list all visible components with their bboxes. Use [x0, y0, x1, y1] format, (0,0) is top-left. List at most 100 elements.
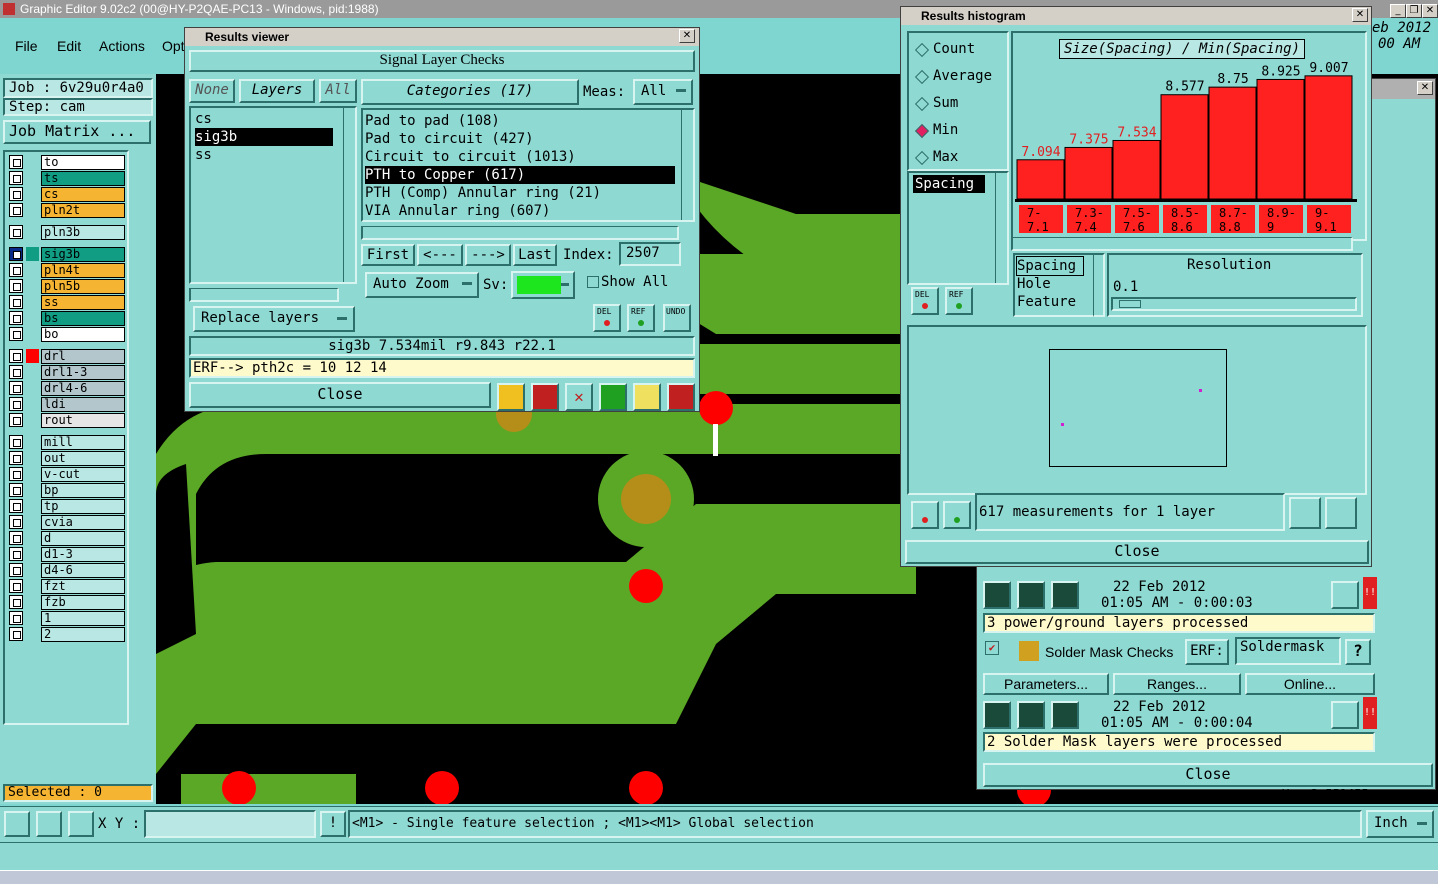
- zoom-icon[interactable]: [1331, 701, 1359, 729]
- sv-color-dropdown[interactable]: [511, 271, 575, 299]
- layer-checkbox[interactable]: [9, 435, 23, 449]
- layer-row[interactable]: ts: [9, 171, 125, 186]
- layer-row[interactable]: mill: [9, 435, 125, 450]
- unit-dropdown[interactable]: Inch: [1366, 810, 1434, 838]
- category-list-item[interactable]: PTH (Comp) Annular ring (21): [365, 184, 675, 202]
- layer-row[interactable]: pln4t: [9, 263, 125, 278]
- layer-row[interactable]: v-cut: [9, 467, 125, 482]
- layer-row[interactable]: ldi: [9, 397, 125, 412]
- mode-radio-sum[interactable]: Sum: [909, 95, 1005, 115]
- layer-checkbox[interactable]: [9, 627, 23, 641]
- layer-list-item[interactable]: ss: [195, 146, 333, 164]
- layer-checkbox[interactable]: [9, 499, 23, 513]
- layer-checkbox[interactable]: [9, 563, 23, 577]
- layer-checkbox[interactable]: [9, 327, 23, 341]
- layer-checkbox[interactable]: [9, 397, 23, 411]
- ref-icon[interactable]: REF: [627, 304, 655, 332]
- radio-icon[interactable]: [914, 123, 930, 139]
- viewer-close-icon[interactable]: ✕: [679, 29, 695, 43]
- layer-row[interactable]: ss: [9, 295, 125, 310]
- resolution-slider[interactable]: [1111, 297, 1357, 311]
- menu-edit[interactable]: Edit: [57, 38, 81, 54]
- layer-row[interactable]: cs: [9, 187, 125, 202]
- layer-checkbox[interactable]: [9, 295, 23, 309]
- stop-icon[interactable]: [1051, 701, 1079, 729]
- close-icon[interactable]: ✕: [1422, 4, 1438, 18]
- layer-row[interactable]: pln5b: [9, 279, 125, 294]
- layers-button[interactable]: Layers: [239, 79, 315, 103]
- layer-checkbox[interactable]: [9, 413, 23, 427]
- first-button[interactable]: First: [361, 244, 415, 266]
- menu-file[interactable]: File: [15, 38, 38, 54]
- layer-checkbox[interactable]: [9, 531, 23, 545]
- layer-checkbox[interactable]: [9, 247, 23, 261]
- group-list-item[interactable]: Spacing: [1016, 256, 1084, 276]
- del-icon[interactable]: DEL: [593, 304, 621, 332]
- layer-row[interactable]: to: [9, 155, 125, 170]
- restore-icon[interactable]: ❐: [1406, 4, 1422, 18]
- select-mode-icon[interactable]: [4, 811, 30, 837]
- mode-radio-max[interactable]: Max: [909, 149, 1005, 169]
- job-matrix-button[interactable]: Job Matrix ...: [3, 120, 151, 144]
- menu-actions[interactable]: Actions: [99, 38, 145, 54]
- layer-hscroll[interactable]: [189, 288, 339, 302]
- parameters-button[interactable]: Parameters...: [983, 673, 1109, 695]
- ref-cancel-icon[interactable]: ✕: [565, 383, 593, 411]
- mode-radio-count[interactable]: Count: [909, 41, 1005, 61]
- category-list-item[interactable]: Pad to pad (108): [365, 112, 675, 130]
- layer-checkbox[interactable]: [9, 467, 23, 481]
- checks-close-icon[interactable]: ✕: [1417, 81, 1433, 95]
- layer-row[interactable]: pln2t: [9, 203, 125, 218]
- minimize-icon[interactable]: _: [1390, 4, 1406, 18]
- run-all-icon[interactable]: [1017, 581, 1045, 609]
- viewer-close-button[interactable]: Close: [189, 382, 491, 408]
- info-icon[interactable]: !: [320, 811, 346, 837]
- preview-ref-icon[interactable]: [943, 501, 971, 529]
- report-icon[interactable]: [633, 383, 661, 411]
- group-list-item[interactable]: Hole: [1017, 275, 1093, 293]
- run-icon[interactable]: [983, 581, 1011, 609]
- spacing-item[interactable]: Spacing: [913, 175, 985, 193]
- zoom-icon[interactable]: [1331, 581, 1359, 609]
- category-list-item[interactable]: Pad to circuit (427): [365, 130, 675, 148]
- last-button[interactable]: Last: [513, 244, 557, 266]
- mode-radio-min[interactable]: Min: [909, 122, 1005, 142]
- layer-checkbox[interactable]: [9, 187, 23, 201]
- radio-icon[interactable]: [914, 42, 930, 58]
- histogram-close-icon[interactable]: ✕: [1352, 8, 1368, 22]
- layer-checkbox[interactable]: [9, 225, 23, 239]
- layer-row[interactable]: d: [9, 531, 125, 546]
- layer-checkbox[interactable]: [9, 595, 23, 609]
- layer-checkbox[interactable]: [9, 547, 23, 561]
- radio-icon[interactable]: [914, 96, 930, 112]
- show-all-checkbox[interactable]: [587, 276, 599, 288]
- histogram-icon[interactable]: [667, 383, 695, 411]
- undo-icon[interactable]: UNDO: [663, 304, 691, 332]
- chart-hscroll[interactable]: [1011, 237, 1353, 251]
- hist-del-icon[interactable]: DEL: [911, 287, 939, 315]
- layer-checkbox[interactable]: [9, 279, 23, 293]
- replace-layers-dropdown[interactable]: Replace layers: [193, 306, 355, 332]
- layer-checkbox[interactable]: [9, 515, 23, 529]
- layer-list-item[interactable]: cs: [195, 110, 333, 128]
- layer-checkbox[interactable]: [9, 171, 23, 185]
- highlight-icon[interactable]: [531, 383, 559, 411]
- ranges-button[interactable]: Ranges...: [1113, 673, 1241, 695]
- layer-checkbox[interactable]: [9, 203, 23, 217]
- layer-row[interactable]: bp: [9, 483, 125, 498]
- radio-icon[interactable]: [914, 69, 930, 85]
- layer-row[interactable]: drl4-6: [9, 381, 125, 396]
- auto-zoom-dropdown[interactable]: Auto Zoom: [365, 272, 479, 298]
- select-icon[interactable]: [497, 383, 525, 411]
- categories-button[interactable]: Categories (17): [361, 79, 579, 105]
- xy-input[interactable]: [144, 810, 316, 838]
- layer-row[interactable]: tp: [9, 499, 125, 514]
- index-input[interactable]: 2507: [619, 242, 681, 266]
- meas-dropdown[interactable]: All: [633, 79, 693, 105]
- layer-row[interactable]: fzt: [9, 579, 125, 594]
- category-list-item[interactable]: VIA Annular ring (607): [365, 202, 675, 220]
- layer-list-item[interactable]: sig3b: [195, 128, 333, 146]
- measure-icon[interactable]: [36, 811, 62, 837]
- layer-row[interactable]: fzb: [9, 595, 125, 610]
- layer-checkbox[interactable]: [9, 579, 23, 593]
